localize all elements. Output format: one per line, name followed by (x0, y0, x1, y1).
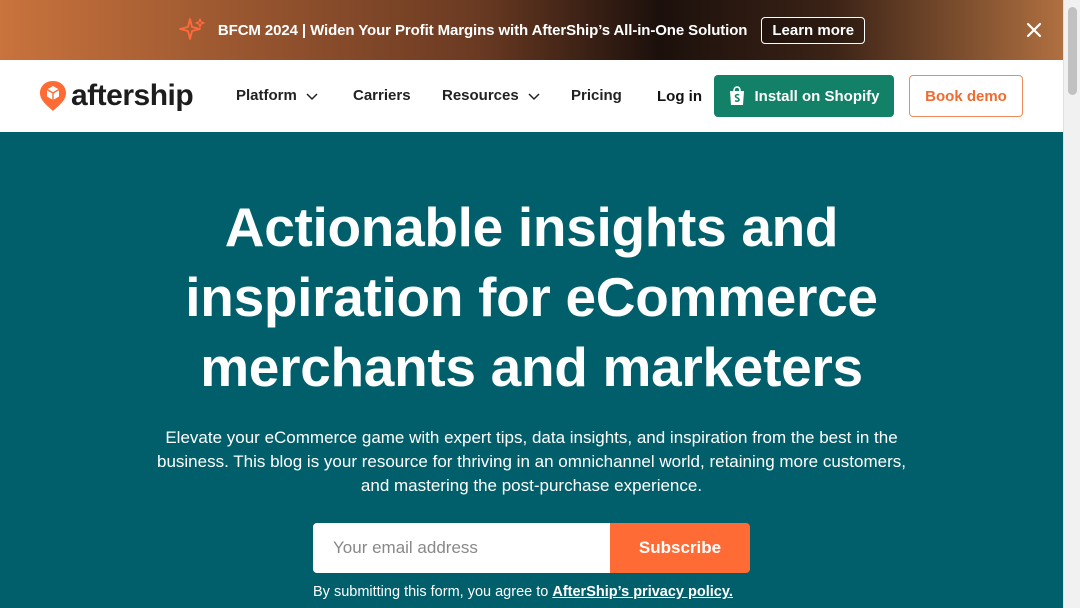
subscribe-button[interactable]: Subscribe (610, 523, 750, 573)
promo-banner: BFCM 2024 | Widen Your Profit Margins wi… (0, 0, 1063, 60)
subscribe-form: Subscribe (313, 523, 750, 573)
promo-text: BFCM 2024 | Widen Your Profit Margins wi… (217, 21, 748, 39)
consent-text: By submitting this form, you agree to Af… (313, 584, 753, 600)
hero-title-line: merchants and marketers (200, 336, 863, 398)
hero-description-line: Elevate your eCommerce game with expert … (165, 428, 898, 447)
hero-title-line: inspiration for eCommerce (185, 266, 878, 328)
hero-title-line: Actionable insights and (224, 196, 839, 258)
aftership-logo[interactable]: aftership (39, 79, 194, 113)
learn-more-button[interactable]: Learn more (761, 16, 866, 44)
nav-label: Platform (236, 87, 297, 104)
nav-label: Pricing (571, 87, 622, 104)
nav-resources[interactable]: Resources (442, 87, 541, 104)
logo-text: aftership (71, 79, 194, 112)
install-shopify-button[interactable]: Install on Shopify (714, 75, 894, 117)
book-demo-button[interactable]: Book demo (909, 75, 1023, 117)
hero-description-line: and mastering the post-purchase experien… (360, 476, 703, 495)
close-icon[interactable] (1023, 19, 1045, 41)
sparkle-icon (179, 18, 205, 40)
chevron-down-icon (306, 92, 318, 100)
login-link[interactable]: Log in (657, 88, 702, 105)
shopify-bag-icon (730, 86, 745, 105)
nav-label: Resources (442, 87, 519, 104)
nav-label: Carriers (353, 87, 411, 104)
consent-prefix: By submitting this form, you agree to (313, 584, 553, 600)
shopify-button-label: Install on Shopify (754, 87, 880, 105)
nav-platform[interactable]: Platform (236, 87, 319, 104)
site-header: aftership Platform Carriers Resources Pr… (0, 60, 1063, 132)
hero-description-line: business. This blog is your resource for… (157, 452, 906, 471)
nav-pricing[interactable]: Pricing (571, 87, 622, 104)
hero-description: Elevate your eCommerce game with expert … (120, 426, 943, 498)
promo-content: BFCM 2024 | Widen Your Profit Margins wi… (178, 16, 866, 44)
chevron-down-icon (528, 92, 540, 100)
privacy-policy-link[interactable]: AfterShip’s privacy policy. (552, 584, 733, 600)
hero-section: Actionable insights and inspiration for … (0, 132, 1063, 608)
nav-carriers[interactable]: Carriers (353, 87, 411, 104)
hero-title: Actionable insights and inspiration for … (80, 192, 983, 402)
email-input[interactable] (313, 523, 610, 573)
aftership-logo-icon (40, 81, 66, 111)
scrollbar-thumb[interactable] (1068, 7, 1077, 95)
page-scrollbar[interactable] (1063, 0, 1080, 608)
